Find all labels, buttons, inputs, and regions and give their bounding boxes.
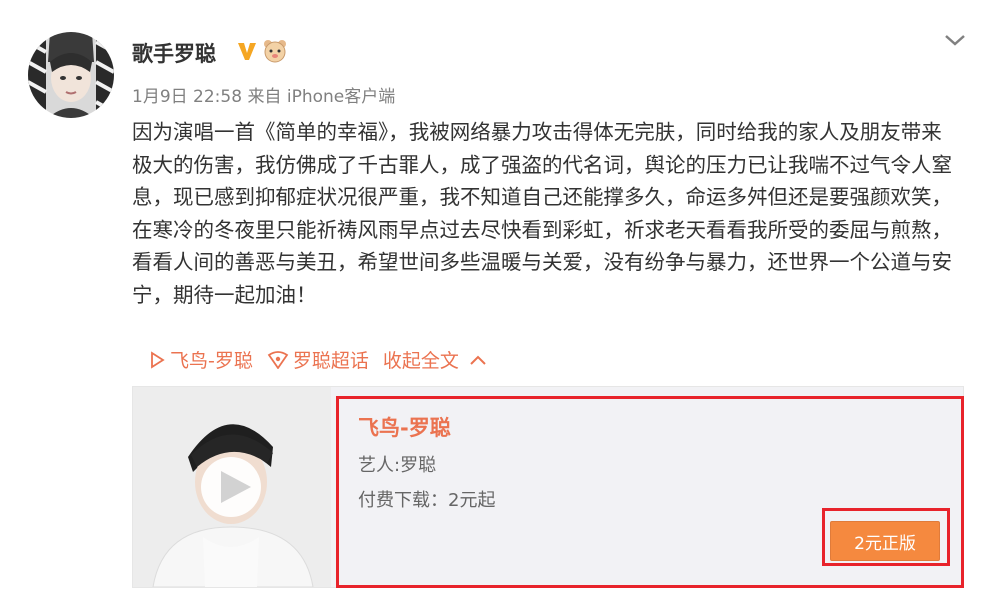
buy-button[interactable]: 2元正版 [830, 521, 940, 561]
post-meta: 1月9日 22:58 来自 iPhone客户端 [132, 82, 395, 107]
play-triangle-icon [151, 350, 165, 369]
post-timestamp[interactable]: 1月9日 22:58 [132, 87, 242, 107]
song-artist: 艺人:罗聪 [358, 455, 437, 476]
song-price: 付费下载：2元起 [358, 490, 496, 511]
album-cover[interactable] [133, 387, 331, 587]
album-cover-image [133, 387, 331, 587]
collapse-link-label: 收起全文 [382, 350, 459, 372]
post-body: 因为演唱一首《简单的幸福》，我被网络暴力攻击得体无完肤，同时给我的家人及朋友带来… [132, 120, 952, 307]
supertopic-link[interactable]: 罗聪超话 [267, 346, 369, 373]
hamster-emoji-icon [264, 40, 286, 63]
source-app: iPhone客户端 [286, 87, 396, 107]
collapse-link[interactable]: 收起全文 [383, 346, 493, 373]
avatar-image [28, 32, 114, 118]
music-link[interactable]: 飞鸟-罗聪 [148, 346, 253, 373]
chevron-down-icon[interactable] [940, 30, 970, 50]
verified-badge-icon [238, 43, 256, 60]
chevron-up-icon [470, 355, 486, 365]
source-prefix: 来自 [247, 87, 282, 107]
song-title[interactable]: 飞鸟-罗聪 [358, 412, 451, 442]
post-links: 飞鸟-罗聪 罗聪超话 收起全文 [148, 346, 507, 373]
supertopic-link-label: 罗聪超话 [292, 350, 369, 372]
music-link-label: 飞鸟-罗聪 [170, 350, 253, 372]
supertopic-icon [267, 350, 289, 369]
avatar[interactable] [28, 32, 114, 118]
username[interactable]: 歌手罗聪 [132, 38, 216, 68]
